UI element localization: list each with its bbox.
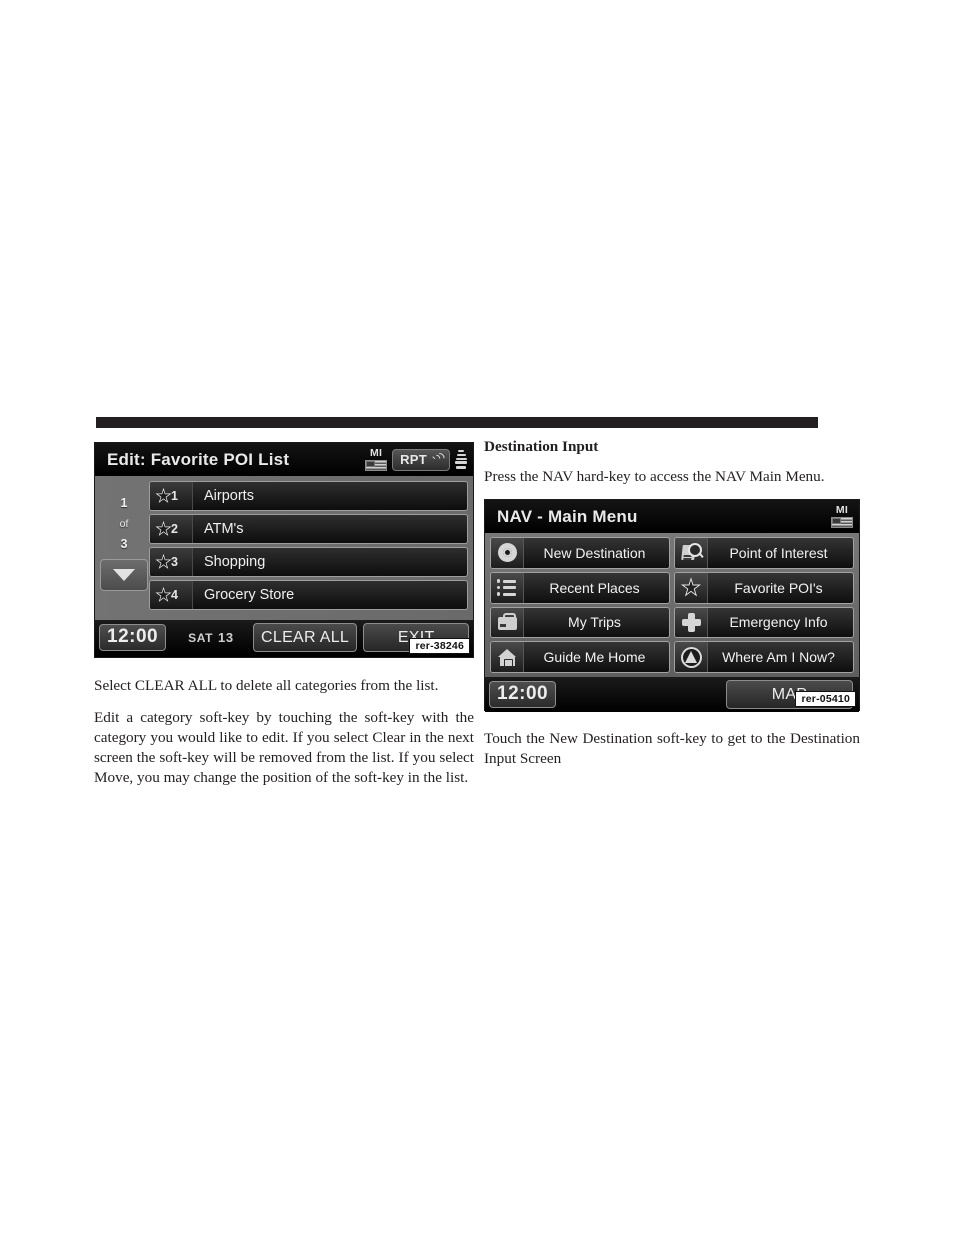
figure-id-left: rer-38246 xyxy=(409,637,470,654)
poi-label-1: Airports xyxy=(204,488,254,504)
nav-key-emergency-info[interactable]: Emergency Info xyxy=(674,606,854,639)
flag-icon xyxy=(365,459,388,471)
pager-current: 1 xyxy=(120,496,128,510)
recent-places-icon-wrap xyxy=(491,572,524,603)
mi-unit-indicator: MI xyxy=(831,505,853,528)
nav-key-label-favorite-pois: Favorite POI's xyxy=(734,579,823,596)
nav-key-label-emergency-info: Emergency Info xyxy=(729,614,828,631)
star-icon xyxy=(681,577,702,598)
poi-row-3[interactable]: 3 Shopping xyxy=(149,547,468,577)
poi-label-3: Shopping xyxy=(204,554,266,570)
nav-key-label-recent-places: Recent Places xyxy=(549,579,640,596)
day-label: SAT xyxy=(188,631,214,645)
flag-icon xyxy=(831,516,853,528)
figure-id-right: rer-05410 xyxy=(795,691,856,708)
poi-title-bar: Edit: Favorite POI List MI RPT xyxy=(95,443,473,476)
mi-unit-label: MI xyxy=(369,447,383,460)
poi-badge-1: 1 xyxy=(150,482,193,510)
nav-key-guide-me-home[interactable]: Guide Me Home xyxy=(490,641,670,674)
nav-title-bar: NAV - Main Menu MI xyxy=(485,500,859,534)
star-icon xyxy=(155,587,171,603)
poi-index-3: 3 xyxy=(171,555,178,569)
nav-key-where-am-i-now[interactable]: Where Am I Now? xyxy=(674,641,854,674)
nav-key-label-my-trips: My Trips xyxy=(568,614,621,631)
rpt-label: RPT xyxy=(400,451,427,467)
sound-wave-icon xyxy=(428,450,447,468)
nav-key-recent-places[interactable]: Recent Places xyxy=(490,571,670,604)
my-trips-icon-wrap xyxy=(491,607,524,638)
star-icon xyxy=(155,488,171,504)
emergency-info-icon-wrap xyxy=(675,607,708,638)
clear-all-button[interactable]: CLEAR ALL xyxy=(252,623,358,652)
compass-icon xyxy=(680,646,702,668)
paragraph-clear-all: Select CLEAR ALL to delete all categorie… xyxy=(94,677,439,694)
poi-pager: 1 of 3 xyxy=(99,480,149,616)
poi-row-4[interactable]: 4 Grocery Store xyxy=(149,580,468,610)
guide-me-home-icon-wrap xyxy=(491,642,524,673)
nav-screen-title: NAV - Main Menu xyxy=(497,506,638,526)
poi-badge-4: 4 xyxy=(150,581,193,609)
list-icon xyxy=(496,577,518,598)
mi-unit-label: MI xyxy=(835,504,849,517)
poi-badge-3: 3 xyxy=(150,548,193,576)
poi-index-2: 2 xyxy=(171,522,178,536)
where-am-i-now-icon-wrap xyxy=(675,642,708,673)
poi-screen-title: Edit: Favorite POI List xyxy=(107,449,290,469)
nav-key-label-point-of-interest: Point of Interest xyxy=(729,544,828,561)
rpt-button[interactable]: RPT xyxy=(392,448,450,471)
target-icon xyxy=(497,542,518,563)
chevron-down-icon xyxy=(113,568,135,581)
page-title: Destination Input xyxy=(484,438,599,455)
pager-total: 3 xyxy=(120,537,128,551)
star-icon xyxy=(155,521,171,537)
poi-index-1: 1 xyxy=(171,489,178,503)
nav-key-label-guide-me-home: Guide Me Home xyxy=(543,649,646,666)
paragraph-press-nav: Press the NAV hard-key to access the NAV… xyxy=(484,468,825,485)
poi-row-1[interactable]: 1 Airports xyxy=(149,481,468,511)
nav-key-point-of-interest[interactable]: Point of Interest xyxy=(674,537,854,569)
new-destination-icon-wrap xyxy=(491,538,524,568)
poi-label-4: Grocery Store xyxy=(204,587,295,603)
mi-unit-indicator: MI xyxy=(365,447,388,471)
date-number: 13 xyxy=(218,630,234,645)
paragraph-touch-new-destination: Touch the New Destination soft-key to ge… xyxy=(484,730,860,768)
plus-cross-icon xyxy=(681,612,702,633)
briefcase-icon xyxy=(497,612,518,633)
poi-list-body: 1 of 3 1 Airports 2 ATM's 3 Shopping 4 G… xyxy=(95,476,473,620)
favorite-pois-icon-wrap xyxy=(675,572,708,603)
nav-key-label-new-destination: New Destination xyxy=(543,544,646,561)
poi-row-2[interactable]: 2 ATM's xyxy=(149,514,468,544)
left-column: Edit: Favorite POI List MI RPT 1 of 3 1 … xyxy=(94,442,474,788)
nav-menu-grid: New Destination Point of Interest Recent… xyxy=(485,533,859,678)
nav-header-icons: MI xyxy=(831,505,853,528)
nav-main-menu-screen: NAV - Main Menu MI New Destination Point… xyxy=(484,499,860,713)
nav-key-favorite-pois[interactable]: Favorite POI's xyxy=(674,571,854,604)
paragraph-edit-category: Edit a category soft-key by touching the… xyxy=(94,709,474,787)
home-icon xyxy=(497,647,518,668)
nav-key-my-trips[interactable]: My Trips xyxy=(490,606,670,639)
star-icon xyxy=(155,554,171,570)
clock-display: 12:00 xyxy=(99,624,167,651)
pager-of-label: of xyxy=(119,517,129,530)
point-of-interest-icon-wrap xyxy=(675,538,708,568)
nav-key-new-destination[interactable]: New Destination xyxy=(490,537,670,569)
nav-key-label-where-am-i-now: Where Am I Now? xyxy=(722,649,835,666)
poi-header-icons: MI RPT xyxy=(365,448,467,471)
right-column: Destination Input Press the NAV hard-key… xyxy=(484,438,860,769)
poi-badge-2: 2 xyxy=(150,515,193,543)
speaker-icon xyxy=(455,450,467,469)
clock-display: 12:00 xyxy=(489,681,557,709)
binoculars-icon xyxy=(680,542,704,563)
poi-rows: 1 Airports 2 ATM's 3 Shopping 4 Grocery … xyxy=(149,480,468,616)
date-display: SAT 13 xyxy=(166,630,234,645)
edit-favorite-poi-list-screen: Edit: Favorite POI List MI RPT 1 of 3 1 … xyxy=(94,442,474,658)
page-down-button[interactable] xyxy=(100,558,148,591)
page-divider-rule xyxy=(96,417,818,428)
poi-index-4: 4 xyxy=(171,588,178,602)
poi-label-2: ATM's xyxy=(204,521,244,537)
